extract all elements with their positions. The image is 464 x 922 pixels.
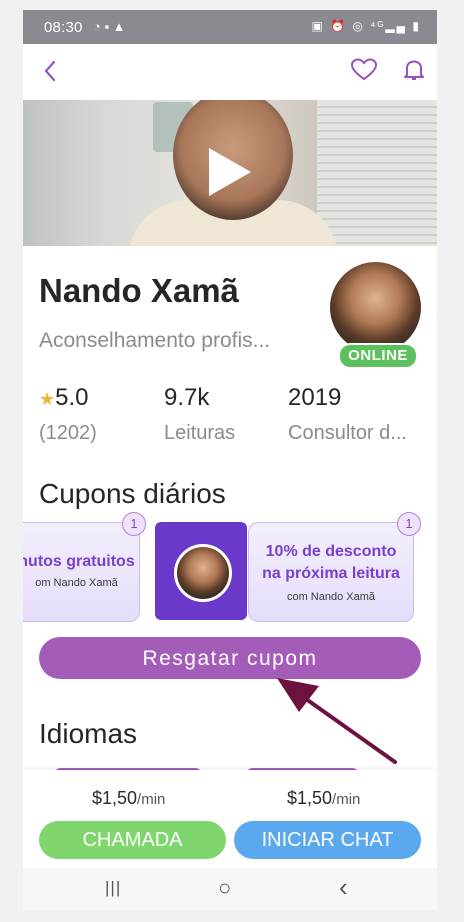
heart-icon[interactable] bbox=[350, 58, 378, 87]
top-bar bbox=[23, 44, 437, 100]
languages-title: Idiomas bbox=[39, 718, 138, 749]
bell-icon[interactable] bbox=[404, 59, 424, 86]
call-price: $1,50/min bbox=[92, 788, 165, 809]
intro-video[interactable] bbox=[23, 100, 437, 246]
online-badge: ONLINE bbox=[338, 343, 418, 369]
coupon-left-main: nutos gratuitos bbox=[23, 553, 135, 570]
recents-icon[interactable]: ||| bbox=[105, 878, 121, 898]
readings-value: 9.7k bbox=[164, 384, 210, 411]
system-icons: ▣ ⏰ ◎ ⁴ᴳ▂▄ ▮ bbox=[311, 19, 421, 33]
call-price-unit: /min bbox=[137, 791, 166, 808]
coupon-right-count-badge: 1 bbox=[397, 512, 421, 536]
coupon-avatar bbox=[174, 544, 232, 602]
consultant-specialty: Aconselhamento profis... bbox=[39, 329, 271, 352]
chat-price: $1,50/min bbox=[287, 788, 360, 809]
consultant-name: Nando Xamã bbox=[39, 272, 239, 309]
start-chat-button[interactable]: INICIAR CHAT bbox=[234, 821, 421, 859]
arrow-annotation bbox=[277, 678, 397, 764]
play-icon[interactable] bbox=[209, 148, 251, 196]
rating-value: 5.0 bbox=[55, 384, 89, 411]
readings-label: Leituras bbox=[164, 422, 236, 444]
call-button[interactable]: CHAMADA bbox=[39, 821, 226, 859]
since-label: Consultor d... bbox=[288, 422, 407, 444]
phone-screen: 08:30 ◔ ▪ ▲ ▣ ⏰ ◎ ⁴ᴳ▂▄ ▮ Nando Xamã Acon… bbox=[23, 10, 437, 910]
notification-icons: ◔ ▪ ▲ bbox=[93, 19, 126, 34]
chat-price-unit: /min bbox=[332, 791, 361, 808]
coupon-right-main-2: na próxima leitura bbox=[262, 565, 400, 582]
system-nav-bar: ||| ○ ‹ bbox=[23, 868, 437, 910]
status-bar: 08:30 ◔ ▪ ▲ ▣ ⏰ ◎ ⁴ᴳ▂▄ ▮ bbox=[23, 10, 437, 44]
back-icon[interactable] bbox=[43, 59, 57, 88]
star-icon: ★ bbox=[39, 389, 56, 409]
coupon-card-discount[interactable]: 10% de desconto na próxima leitura com N… bbox=[248, 522, 414, 622]
video-background bbox=[317, 100, 437, 246]
stat-since: 2019 Consultor d... bbox=[288, 384, 407, 445]
consultant-avatar bbox=[330, 262, 421, 353]
coupon-left-count-badge: 1 bbox=[122, 512, 146, 536]
coupon-right-main-1: 10% de desconto bbox=[265, 543, 397, 560]
home-icon[interactable]: ○ bbox=[218, 875, 231, 901]
stat-rating: ★5.0 (1202) bbox=[39, 384, 97, 445]
since-value: 2019 bbox=[288, 384, 342, 411]
chat-price-value: $1,50 bbox=[287, 788, 333, 808]
stat-readings: 9.7k Leituras bbox=[164, 384, 235, 445]
call-price-value: $1,50 bbox=[92, 788, 138, 808]
status-time: 08:30 bbox=[44, 19, 83, 36]
back-nav-icon[interactable]: ‹ bbox=[339, 872, 348, 903]
coupons-title: Cupons diários bbox=[39, 478, 226, 509]
coupon-card-free-minutes[interactable]: nutos gratuitos om Nando Xamã bbox=[23, 522, 140, 622]
coupon-left-sub: om Nando Xamã bbox=[35, 577, 118, 589]
coupon-avatar-card[interactable] bbox=[155, 522, 247, 620]
coupon-right-sub: com Nando Xamã bbox=[286, 591, 376, 603]
rating-count: (1202) bbox=[39, 422, 97, 444]
